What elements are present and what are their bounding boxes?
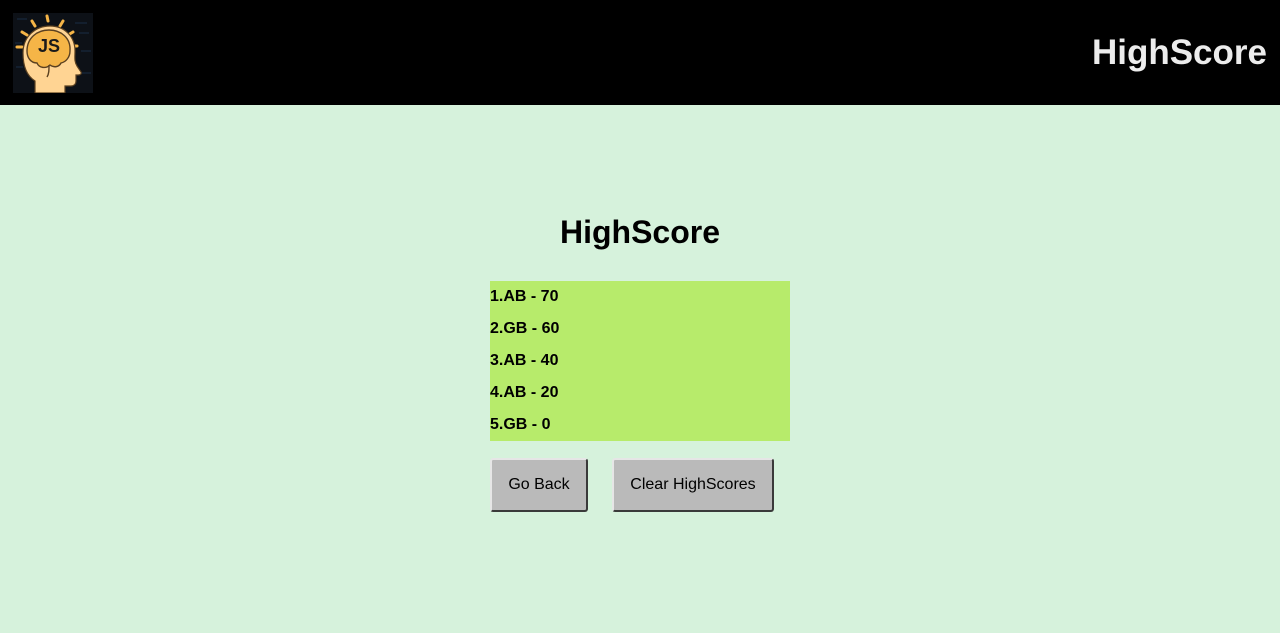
score-item: 4.AB - 20 [490,384,559,401]
go-back-button[interactable]: Go Back [490,458,588,512]
score-item: 5.GB - 0 [490,416,551,433]
logo-graphic: JS [15,14,91,93]
page-title: HighScore [559,214,721,250]
header-title: HighScore [1091,33,1267,72]
score-item: 3.AB - 40 [490,352,559,369]
logo-text: JS [38,36,60,56]
main-content: HighScore 1.AB - 70 2.GB - 60 3.AB - 40 … [0,105,1280,633]
js-brain-logo-icon: JS [13,13,93,93]
clear-highscores-button[interactable]: Clear HighScores [612,458,774,512]
highscore-list: 1.AB - 70 2.GB - 60 3.AB - 40 4.AB - 20 … [490,281,790,441]
top-bar: JS HighScore [0,0,1280,105]
score-item: 1.AB - 70 [490,288,559,305]
score-item: 2.GB - 60 [490,320,560,337]
